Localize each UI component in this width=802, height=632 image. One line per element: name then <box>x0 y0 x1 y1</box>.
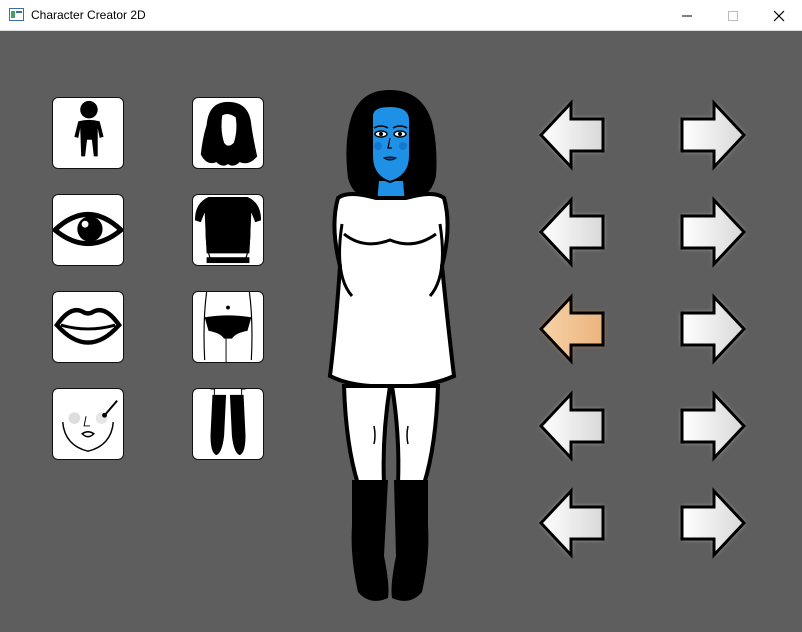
arrow-right-icon <box>680 487 747 559</box>
window-title: Character Creator 2D <box>31 8 146 22</box>
prev-option-button-1[interactable] <box>537 99 607 171</box>
arrow-left-highlighted-icon <box>538 293 605 365</box>
minimize-button[interactable] <box>664 0 710 31</box>
makeup-icon <box>61 400 118 452</box>
makeup-category-button[interactable] <box>52 388 124 460</box>
boots-icon <box>210 389 246 456</box>
hair-icon <box>200 101 258 166</box>
close-icon <box>773 10 785 21</box>
prev-option-button-3[interactable] <box>537 293 607 365</box>
lips-category-button[interactable] <box>52 291 124 363</box>
top-icon <box>194 196 262 264</box>
body-icon <box>74 100 104 157</box>
hair-category-button[interactable] <box>192 97 264 169</box>
top-category-button[interactable] <box>192 194 264 266</box>
eye-icon <box>53 212 123 246</box>
bottom-icon <box>203 292 253 362</box>
title-bar: Character Creator 2D <box>0 0 802 31</box>
arrow-right-icon <box>680 390 747 462</box>
arrow-left-icon <box>538 487 605 559</box>
maximize-button[interactable] <box>710 0 756 31</box>
app-icon <box>9 8 24 21</box>
shoes-category-button[interactable] <box>192 388 264 460</box>
arrow-left-icon <box>538 390 605 462</box>
next-option-button-5[interactable] <box>678 487 748 559</box>
next-option-button-2[interactable] <box>678 196 748 268</box>
arrow-right-icon <box>680 99 747 171</box>
minimize-icon <box>682 15 692 16</box>
prev-option-button-5[interactable] <box>537 487 607 559</box>
eyes-category-button[interactable] <box>52 194 124 266</box>
next-option-button-4[interactable] <box>678 390 748 462</box>
body-category-button[interactable] <box>52 97 124 169</box>
next-option-button-1[interactable] <box>678 99 748 171</box>
maximize-icon <box>728 10 738 21</box>
arrow-right-icon <box>680 293 747 365</box>
prev-option-button-4[interactable] <box>537 390 607 462</box>
arrow-right-icon <box>680 196 747 268</box>
next-option-button-3[interactable] <box>678 293 748 365</box>
prev-option-button-2[interactable] <box>537 196 607 268</box>
arrow-left-icon <box>538 196 605 268</box>
arrow-left-icon <box>538 99 605 171</box>
bottom-category-button[interactable] <box>192 291 264 363</box>
close-button[interactable] <box>756 0 802 31</box>
character-preview <box>318 86 464 610</box>
lips-icon <box>54 307 122 345</box>
